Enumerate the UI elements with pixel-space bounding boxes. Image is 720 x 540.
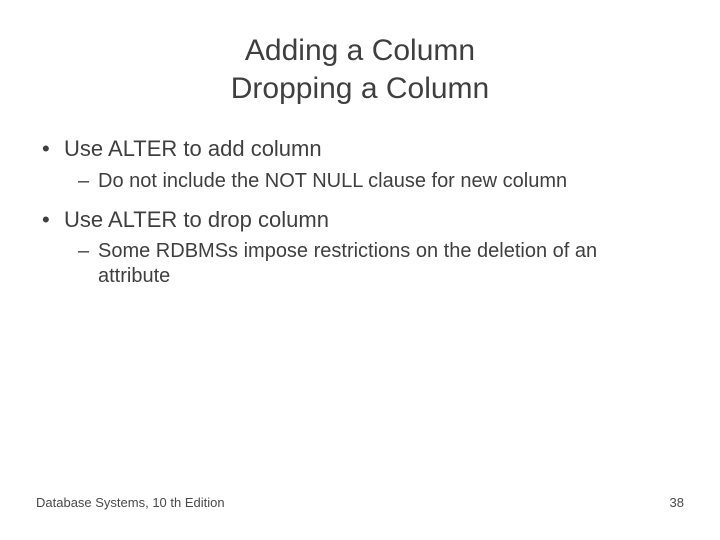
bullet-level1: Use ALTER to add column bbox=[64, 135, 684, 163]
title-line-2: Dropping a Column bbox=[231, 72, 489, 105]
bullet-text: Do not include the NOT NULL clause for n… bbox=[98, 170, 567, 192]
slide-content: Use ALTER to add column Do not include t… bbox=[36, 135, 684, 289]
bullet-text: Some RDBMSs impose restrictions on the d… bbox=[98, 240, 597, 287]
bullet-level1: Use ALTER to drop column bbox=[64, 206, 684, 234]
slide-title: Adding a Column Dropping a Column bbox=[36, 32, 684, 107]
slide-footer: Database Systems, 10 th Edition 38 bbox=[36, 495, 684, 510]
bullet-level2: Some RDBMSs impose restrictions on the d… bbox=[98, 239, 684, 289]
footer-source: Database Systems, 10 th Edition bbox=[36, 495, 225, 510]
bullet-text: Use ALTER to drop column bbox=[64, 207, 329, 232]
slide: Adding a Column Dropping a Column Use AL… bbox=[0, 0, 720, 540]
bullet-text: Use ALTER to add column bbox=[64, 136, 322, 161]
title-line-1: Adding a Column bbox=[245, 34, 475, 67]
page-number: 38 bbox=[670, 495, 684, 510]
bullet-level2: Do not include the NOT NULL clause for n… bbox=[98, 169, 684, 194]
